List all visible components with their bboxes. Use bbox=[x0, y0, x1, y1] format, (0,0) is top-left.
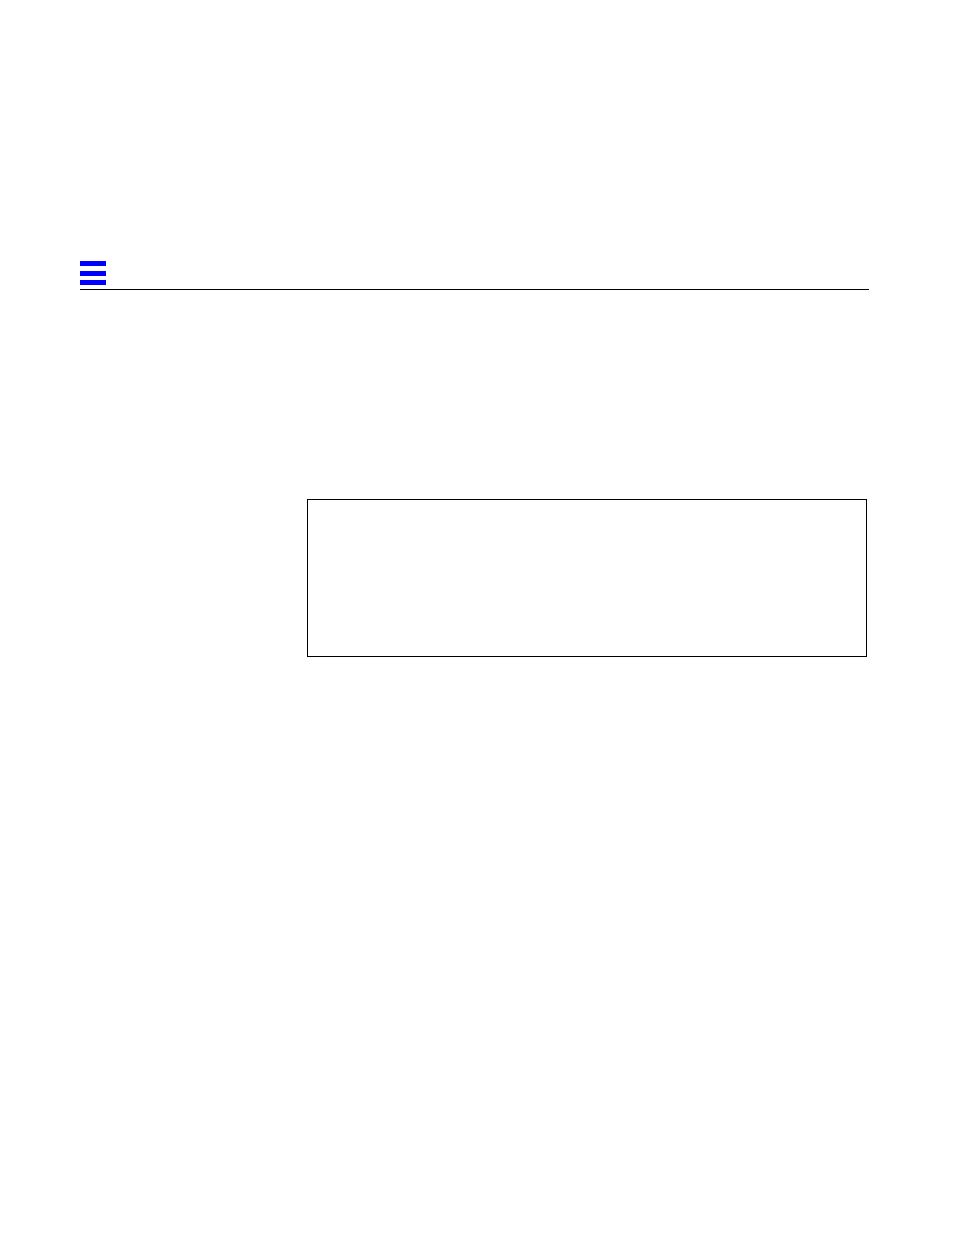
page-header bbox=[80, 261, 869, 290]
content-box bbox=[307, 499, 867, 657]
logo-bar bbox=[80, 261, 106, 266]
sun-logo-icon bbox=[80, 261, 106, 285]
logo-bar bbox=[80, 280, 106, 285]
logo-bar bbox=[80, 271, 106, 276]
